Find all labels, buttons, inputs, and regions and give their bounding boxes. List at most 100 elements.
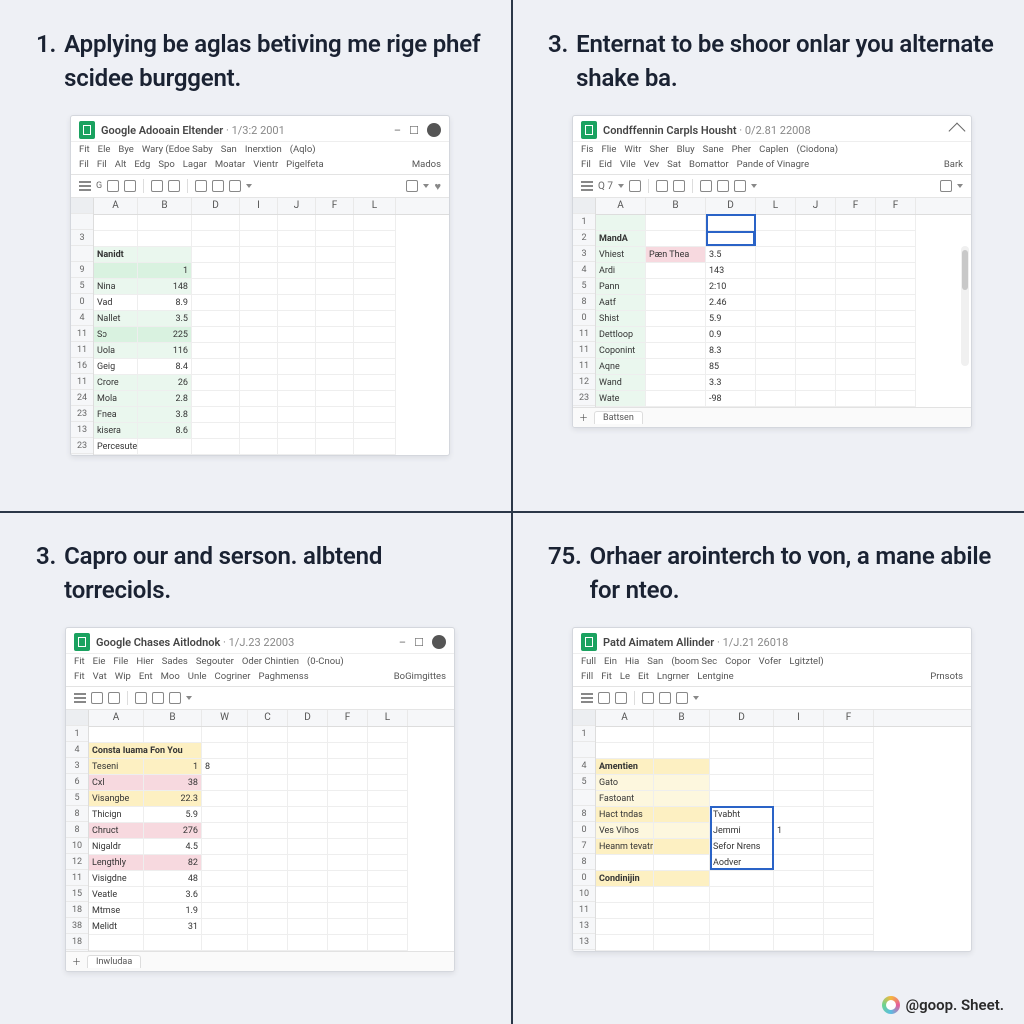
row-header[interactable]: 3 [71, 230, 93, 246]
cell[interactable] [368, 743, 408, 759]
print-icon[interactable] [629, 180, 641, 192]
cell[interactable] [278, 279, 316, 295]
cell[interactable] [368, 759, 408, 775]
scrollbar-vertical[interactable] [961, 246, 969, 366]
cell[interactable] [596, 887, 654, 903]
format-icon[interactable] [151, 180, 163, 192]
cell[interactable] [596, 935, 654, 951]
cell[interactable] [824, 871, 874, 887]
cell[interactable] [710, 759, 774, 775]
cell[interactable] [138, 215, 192, 231]
cell[interactable] [654, 855, 710, 871]
menu-item[interactable]: Sane [703, 144, 724, 155]
cell[interactable] [368, 871, 408, 887]
row-header[interactable]: 10 [66, 838, 88, 854]
cell[interactable] [774, 903, 824, 919]
column-header[interactable]: L [368, 710, 408, 726]
row-header[interactable]: 1 [66, 726, 88, 742]
cell[interactable]: Nigaldr [89, 839, 144, 855]
cell[interactable] [836, 311, 876, 327]
cell[interactable] [596, 727, 654, 743]
cell[interactable] [288, 871, 328, 887]
row-header[interactable]: 13 [71, 422, 93, 438]
heart-icon[interactable] [434, 180, 441, 193]
cell[interactable] [316, 263, 354, 279]
cell[interactable] [192, 343, 240, 359]
cell[interactable] [824, 743, 874, 759]
cell[interactable] [756, 343, 796, 359]
cell[interactable] [202, 791, 248, 807]
cell[interactable] [248, 855, 288, 871]
cell[interactable] [876, 311, 916, 327]
cell[interactable] [278, 375, 316, 391]
cell[interactable]: 2.46 [706, 295, 756, 311]
chevron-down-icon[interactable] [246, 184, 252, 188]
redo-icon[interactable] [124, 180, 136, 192]
menu-item[interactable]: Paghmenss [259, 671, 309, 682]
menu-item[interactable]: Lngrner [657, 671, 689, 682]
cell[interactable] [710, 935, 774, 951]
cell[interactable] [756, 263, 796, 279]
cell[interactable] [596, 855, 654, 871]
cell[interactable] [646, 215, 706, 231]
cell[interactable] [240, 439, 278, 455]
cell[interactable] [316, 327, 354, 343]
cell[interactable] [824, 839, 874, 855]
border-icon[interactable] [734, 180, 746, 192]
cell[interactable] [328, 823, 368, 839]
menu-item[interactable]: Vev [644, 159, 659, 170]
cell[interactable] [654, 775, 710, 791]
cell[interactable]: Heanm tevatn [596, 839, 654, 855]
cell[interactable] [774, 759, 824, 775]
format-icon[interactable] [598, 692, 610, 704]
menu-item[interactable]: Hia [625, 656, 639, 667]
cell[interactable] [248, 807, 288, 823]
menu-item[interactable]: Copor [725, 656, 751, 667]
cell[interactable] [824, 935, 874, 951]
cell[interactable] [278, 311, 316, 327]
cell[interactable] [288, 791, 328, 807]
cell[interactable] [654, 759, 710, 775]
cell[interactable]: 3.5 [706, 247, 756, 263]
cell[interactable] [368, 727, 408, 743]
cell[interactable] [316, 391, 354, 407]
paint-icon[interactable] [673, 180, 685, 192]
cell[interactable] [646, 279, 706, 295]
row-header[interactable]: 9 [71, 262, 93, 278]
cell[interactable] [328, 791, 368, 807]
cell[interactable] [202, 823, 248, 839]
cell[interactable]: Tvabht [710, 807, 774, 823]
cell[interactable] [288, 807, 328, 823]
menu-item[interactable]: Sades [162, 656, 188, 667]
menu-item[interactable]: Fil [97, 159, 107, 170]
cell[interactable]: 85 [706, 359, 756, 375]
cell[interactable] [646, 263, 706, 279]
cell[interactable] [328, 759, 368, 775]
cell[interactable] [354, 359, 396, 375]
cell[interactable]: 22.3 [144, 791, 202, 807]
cell[interactable] [94, 231, 138, 247]
cell[interactable] [354, 231, 396, 247]
cell[interactable] [796, 375, 836, 391]
share-icon[interactable] [949, 123, 966, 140]
cell[interactable] [824, 887, 874, 903]
cell[interactable] [796, 359, 836, 375]
cell[interactable]: Hact tndas [596, 807, 654, 823]
cell[interactable] [328, 855, 368, 871]
menu-item[interactable]: Vat [93, 671, 107, 682]
align-icon[interactable] [152, 692, 164, 704]
cell[interactable]: 276 [144, 823, 202, 839]
cell[interactable] [192, 391, 240, 407]
cell[interactable]: Veatle [89, 887, 144, 903]
cell[interactable]: Melidt [89, 919, 144, 935]
cell[interactable] [654, 807, 710, 823]
undo-icon[interactable] [107, 180, 119, 192]
menu-item[interactable]: Bark [944, 159, 963, 170]
menu-item[interactable]: Fit [74, 671, 85, 682]
row-header[interactable]: 3 [66, 758, 88, 774]
cell[interactable] [288, 903, 328, 919]
window-icon[interactable]: ☐ [414, 636, 424, 649]
cell[interactable]: Wate [596, 391, 646, 407]
cell[interactable] [654, 887, 710, 903]
cell[interactable] [646, 391, 706, 407]
